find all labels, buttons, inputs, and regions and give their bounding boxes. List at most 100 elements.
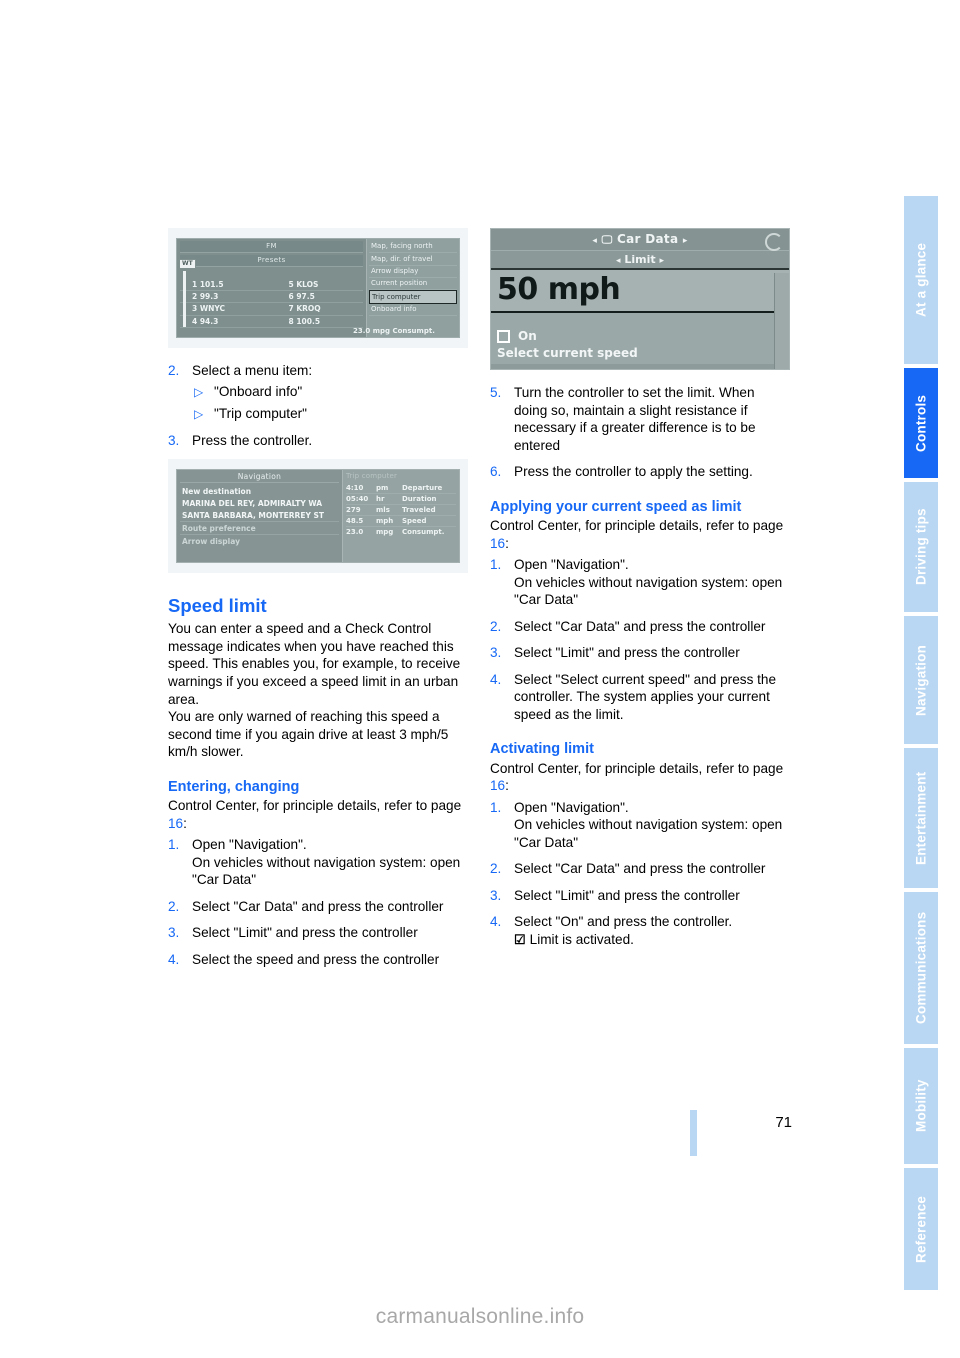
step-number: 2. [168,363,180,378]
page-reference: 16 [490,535,506,551]
speed-limit-paragraph-2: You are only warned of reaching this spe… [168,709,449,760]
menu-item: Arrow display [369,266,457,279]
intro-text-a: Control Center, for principle details, r… [490,760,784,776]
trip-value: 4:10 [346,484,364,493]
table-row: 279 mls Traveled [346,505,456,517]
page-reference: 16 [168,815,184,831]
intro-text-b: : [183,815,187,831]
figure-car-data-limit: ◂ 🖵 Car Data ▸ ◂ Limit ▸ 50 mph On Selec… [490,228,790,370]
result-text: Limit is activated. [529,932,634,947]
tab-controls[interactable]: Controls [904,368,938,478]
navigation-entry: New destination [182,486,252,496]
menu-item: Map, facing north [369,241,457,254]
step-text: Select "Select current speed" and press … [514,671,777,722]
site-watermark: carmanualsonline.info [375,1305,585,1328]
radio-side-menu: Map, facing north Map, dir. of travel Ar… [353,239,459,337]
navigation-entry: Route preference [180,521,339,534]
arrow-right-icon: ▸ [682,236,688,246]
table-row: 23.0 mpg Consumpt. [346,527,456,537]
list-item: 2. Select "Car Data" and press the contro… [490,860,790,878]
tab-navigation[interactable]: Navigation [904,616,938,744]
step-number: 1. [168,837,180,853]
preset-cell: 2 99.3 [192,291,219,301]
step-text: Open "Navigation". On vehicles without n… [192,837,461,888]
checkmark-icon: ☑ [514,932,526,947]
step-number: 5. [490,385,502,400]
limit-value: 50 mph [491,270,789,313]
left-column: FM Presets WT 1 101.5 5 KLOS 2 99.3 6 97… [168,228,468,977]
step-text: Select "Car Data" and press the controll… [514,861,766,877]
car-data-title-text: Car Data [617,232,679,246]
tab-entertainment[interactable]: Entertainment [904,748,938,888]
table-row: 1 101.5 5 KLOS [180,279,363,291]
tab-label: Navigation [913,644,929,716]
tab-label: Controls [913,394,929,452]
select-current-speed-label: Select current speed [497,346,638,360]
table-row: 05:40 hr Duration [346,494,456,506]
step-text: Select "Car Data" and press the controll… [192,898,444,914]
trip-unit: pm [376,484,389,493]
tab-reference[interactable]: Reference [904,1168,938,1290]
radio-panel: FM Presets WT 1 101.5 5 KLOS 2 99.3 6 97… [177,239,366,337]
table-row: 3 WNYC 7 KROQ [180,303,363,316]
list-item: 3. Select "Limit" and press the controlle… [490,644,790,662]
intro-text-a: Control Center, for principle details, r… [168,798,462,814]
right-column: ◂ 🖵 Car Data ▸ ◂ Limit ▸ 50 mph On Selec… [490,228,790,958]
radio-tuning-bar [183,271,186,327]
trip-computer-title: Trip computer [346,472,398,481]
trip-label: Consumpt. [402,528,445,537]
step-number: 4. [490,671,502,687]
table-row: 4 94.3 8 100.5 [180,316,363,328]
list-item: 3. Select "Limit" and press the controlle… [168,924,468,942]
monitor-icon: 🖵 [601,233,613,246]
intro-text-b: : [505,778,509,794]
section-heading-speed-limit: Speed limit [168,595,267,617]
preset-cell: 4 94.3 [192,316,219,326]
preset-cell: 7 KROQ [288,304,321,314]
steps-list-activating-limit: 1. Open "Navigation". On vehicles without… [490,799,790,949]
list-item: 6. Press the controller to apply the sett… [490,463,790,481]
preset-cell: 8 100.5 [288,316,321,326]
tab-at-a-glance[interactable]: At a glance [904,196,938,364]
trip-unit: mls [376,506,390,515]
triangle-bullet-icon: ▷ [194,384,204,399]
list-item: 4. Select the speed and press the control… [168,951,468,969]
tab-label: Communications [913,911,929,1025]
figure-radio-menu: FM Presets WT 1 101.5 5 KLOS 2 99.3 6 97… [168,228,468,348]
navigation-entry: MARINA DEL REY, ADMIRALTY WA [182,498,323,508]
arrow-left-icon: ◂ [592,236,598,246]
tab-driving-tips[interactable]: Driving tips [904,482,938,612]
page-reference: 16 [490,778,506,794]
step-text: Press the controller. [192,432,313,448]
table-row: 4:10 pm Departure [346,483,456,495]
menu-item: Onboard info [369,304,457,317]
list-item: 1. Open "Navigation". On vehicles without… [168,836,468,889]
trip-unit: mph [376,517,394,526]
tab-label: Driving tips [913,508,929,586]
step-number: 4. [168,951,180,967]
trip-computer-panel: Trip computer 4:10 pm Departure 05:40 hr… [342,470,459,563]
consumption-readout: 23.0 mpg Consumpt. [353,327,435,336]
tab-communications[interactable]: Communications [904,892,938,1044]
step-number: 1. [490,557,502,573]
step-text: Select a menu item: [192,363,313,378]
step-number: 3. [490,887,502,903]
bullet-text: "Onboard info" [214,383,303,399]
tab-label: Entertainment [913,771,929,865]
intro-text-b: : [505,535,509,551]
steps-list-right-top: 5. Turn the controller to set the limit. … [490,384,790,481]
trip-label: Speed [402,517,427,526]
trip-label: Duration [402,495,437,504]
car-data-subtitle-text: Limit [624,253,656,266]
step-text: Select "Car Data" and press the controll… [514,618,766,634]
radio-presets-grid: 1 101.5 5 KLOS 2 99.3 6 97.5 3 WNYC 7 KR… [180,279,363,328]
subheading-activating-limit: Activating limit [490,741,594,758]
preset-cell: 3 WNYC [192,304,226,314]
checkbox-icon [497,329,510,343]
navigation-entry: Arrow display [180,534,339,547]
limit-on-row: On [497,329,783,343]
step-text: Select the speed and press the controlle… [192,951,440,967]
section-tab-rail: At a glance Controls Driving tips Naviga… [904,0,960,1358]
tab-mobility[interactable]: Mobility [904,1048,938,1164]
manual-page: FM Presets WT 1 101.5 5 KLOS 2 99.3 6 97… [0,0,810,1358]
